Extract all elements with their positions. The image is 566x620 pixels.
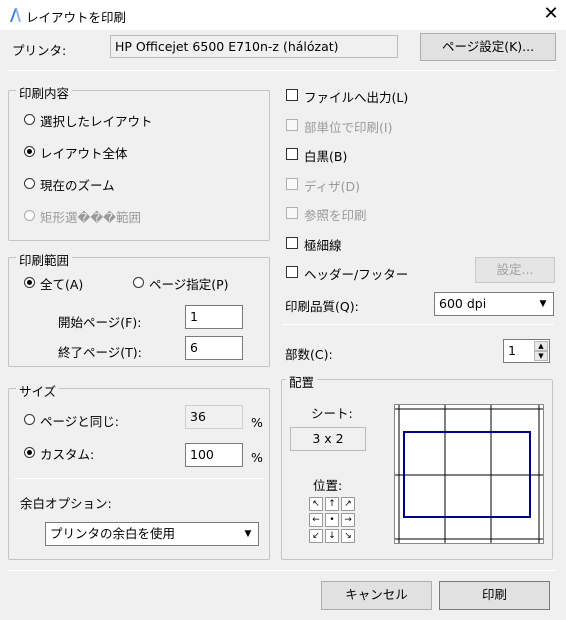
checkbox-file-output-label: ファイルへ出力(L) (304, 90, 409, 105)
radio-all-pages[interactable] (24, 277, 35, 288)
divider (282, 324, 554, 325)
custom-size-input[interactable]: 100 (185, 443, 243, 467)
radio-page-range-label: ページ指定(P) (149, 277, 229, 292)
checkbox-file-output[interactable] (286, 89, 298, 101)
close-icon[interactable]: ✕ (540, 3, 562, 25)
arrow-down-icon[interactable]: ↓ (325, 529, 339, 543)
radio-all-pages-label: 全て(A) (40, 277, 84, 292)
arrow-left-icon[interactable]: ← (309, 513, 323, 527)
radio-entire-layout[interactable] (24, 146, 35, 157)
sheet-label: シート: (311, 406, 353, 421)
checkbox-print-refs (286, 207, 298, 219)
margin-option-select[interactable]: プリンタの余白を使用 ▼ (45, 522, 259, 546)
divider (8, 570, 556, 571)
arrow-up-right-icon[interactable]: ↗ (341, 497, 355, 511)
checkbox-monochrome[interactable] (286, 148, 298, 160)
radio-entire-layout-label: レイアウト全体 (40, 146, 128, 161)
checkbox-dither-label: ディザ(D) (304, 179, 361, 194)
print-quality-label: 印刷品質(Q): (285, 299, 359, 314)
printer-name-field: HP Officejet 6500 E710n-z (hálózat) (110, 35, 398, 58)
page-setup-button[interactable]: ページ設定(K)... (420, 33, 556, 61)
spin-up-icon[interactable]: ▲ (534, 341, 548, 351)
divider (8, 70, 556, 71)
radio-same-as-page[interactable] (24, 414, 35, 425)
checkbox-hairline-label: 極細線 (304, 238, 342, 253)
radio-custom-size[interactable] (24, 447, 35, 458)
arrow-up-icon[interactable]: ↑ (325, 497, 339, 511)
start-page-label: 開始ページ(F): (58, 315, 142, 330)
print-content-group-title: 印刷内容 (16, 83, 73, 102)
arrow-right-icon[interactable]: → (341, 513, 355, 527)
arrow-down-right-icon[interactable]: ↘ (341, 529, 355, 543)
margin-option-label: 余白オプション: (20, 496, 112, 511)
checkbox-header-footer-label: ヘッダー/フッター (304, 267, 409, 282)
printer-label: プリンタ: (12, 43, 67, 58)
start-page-input[interactable]: 1 (185, 305, 243, 329)
print-quality-select[interactable]: 600 dpi ▼ (434, 292, 554, 316)
radio-page-range[interactable] (133, 277, 144, 288)
center-dot-icon[interactable]: • (325, 513, 339, 527)
checkbox-header-footer[interactable] (286, 266, 298, 278)
spin-down-icon[interactable]: ▼ (534, 351, 548, 361)
placement-group-title: 配置 (286, 372, 318, 391)
chevron-down-icon: ▼ (244, 529, 252, 539)
print-range-group-title: 印刷範囲 (16, 250, 73, 269)
radio-custom-size-label: カスタム: (40, 447, 95, 462)
same-as-page-value: 36 (185, 405, 243, 429)
copies-value: 1 (508, 343, 516, 358)
chevron-down-icon: ▼ (539, 299, 547, 309)
radio-rect-selection (24, 210, 35, 221)
print-button[interactable]: 印刷 (439, 581, 550, 610)
checkbox-hairline[interactable] (286, 237, 298, 249)
divider (14, 478, 264, 479)
checkbox-collate-label: 部単位で印刷(I) (304, 120, 393, 135)
checkbox-dither (286, 178, 298, 190)
page-preview (394, 404, 544, 544)
page-preview-grid (395, 405, 543, 543)
checkbox-monochrome-label: 白黒(B) (304, 149, 348, 164)
end-page-label: 終了ページ(T): (58, 345, 142, 360)
radio-rect-selection-label: 矩形選���範囲 (40, 210, 141, 225)
checkbox-collate (286, 119, 298, 131)
radio-selected-layout[interactable] (24, 114, 35, 125)
percent-label: % (251, 450, 263, 465)
copies-label: 部数(C): (285, 347, 333, 362)
position-arrow-pad: ↖ ↑ ↗ ← • → ↙ ↓ ↘ (309, 497, 355, 543)
radio-current-zoom-label: 現在のズーム (40, 178, 115, 193)
radio-same-as-page-label: ページと同じ: (40, 414, 119, 429)
size-group-title: サイズ (16, 381, 60, 400)
margin-option-value: プリンタの余白を使用 (50, 526, 176, 541)
end-page-input[interactable]: 6 (185, 336, 243, 360)
cancel-button[interactable]: キャンセル (321, 581, 432, 610)
arrow-up-left-icon[interactable]: ↖ (309, 497, 323, 511)
app-logo-icon (10, 8, 21, 22)
header-footer-settings-button: 設定... (475, 257, 555, 283)
radio-current-zoom[interactable] (24, 178, 35, 189)
percent-label: % (251, 415, 263, 430)
radio-selected-layout-label: 選択したレイアウト (40, 114, 153, 129)
sheet-count-field: 3 x 2 (290, 427, 366, 451)
checkbox-print-refs-label: 参照を印刷 (304, 208, 367, 223)
window-title: レイアウトを印刷 (26, 10, 127, 25)
position-label: 位置: (313, 478, 343, 493)
arrow-down-left-icon[interactable]: ↙ (309, 529, 323, 543)
print-quality-value: 600 dpi (439, 296, 487, 311)
copies-spinner[interactable]: 1 ▲ ▼ (503, 339, 550, 363)
